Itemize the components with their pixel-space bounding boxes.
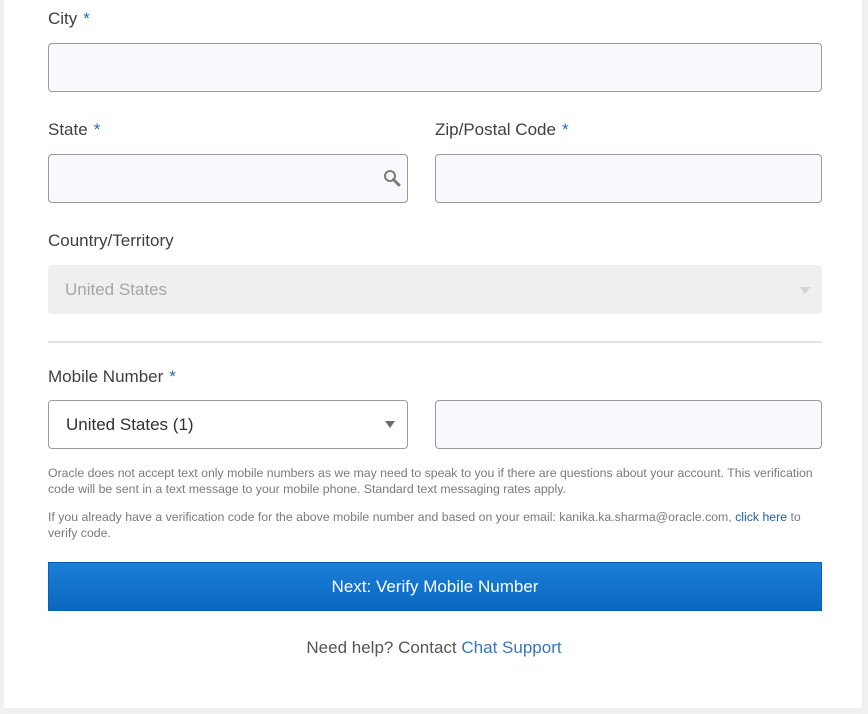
chat-support-link[interactable]: Chat Support (461, 638, 561, 657)
country-code-value: United States (1) (66, 415, 194, 434)
state-input[interactable] (49, 155, 407, 202)
required-marker: * (83, 9, 90, 28)
chevron-down-icon (800, 287, 810, 294)
mobile-label-text: Mobile Number (48, 367, 164, 386)
city-field[interactable] (48, 43, 822, 92)
zip-field[interactable] (435, 154, 822, 203)
city-label: City * (48, 9, 90, 29)
zip-input[interactable] (436, 155, 821, 202)
help-text: Need help? Contact (306, 638, 457, 657)
state-label-text: State (48, 120, 88, 139)
verify-code-note: If you already have a verification code … (48, 509, 828, 541)
next-verify-mobile-button[interactable]: Next: Verify Mobile Number (48, 562, 822, 611)
country-value: United States (65, 280, 168, 299)
zip-label: Zip/Postal Code * (435, 120, 569, 140)
country-label: Country/Territory (48, 231, 174, 251)
required-marker: * (93, 120, 101, 139)
mobile-number-field[interactable] (435, 400, 822, 449)
state-field[interactable] (48, 154, 408, 203)
text-only-note: Oracle does not accept text only mobile … (48, 466, 813, 496)
mobile-number-input[interactable] (436, 401, 821, 448)
click-here-link[interactable]: click here (735, 510, 787, 524)
chevron-down-icon[interactable] (385, 421, 395, 428)
search-icon[interactable] (383, 169, 401, 187)
section-divider (48, 341, 822, 343)
city-label-text: City (48, 9, 78, 28)
city-input[interactable] (49, 44, 821, 91)
zip-label-text: Zip/Postal Code (435, 120, 556, 139)
help-line: Need help? Contact Chat Support (0, 638, 868, 658)
mobile-label: Mobile Number * (48, 367, 176, 387)
country-select: United States (48, 265, 822, 314)
verify-note-text: If you already have a verification code … (48, 510, 732, 524)
country-code-select[interactable]: United States (1) (48, 400, 408, 449)
required-marker: * (561, 120, 569, 139)
state-label: State * (48, 120, 100, 140)
required-marker: * (169, 367, 176, 386)
country-label-text: Country/Territory (48, 231, 174, 250)
